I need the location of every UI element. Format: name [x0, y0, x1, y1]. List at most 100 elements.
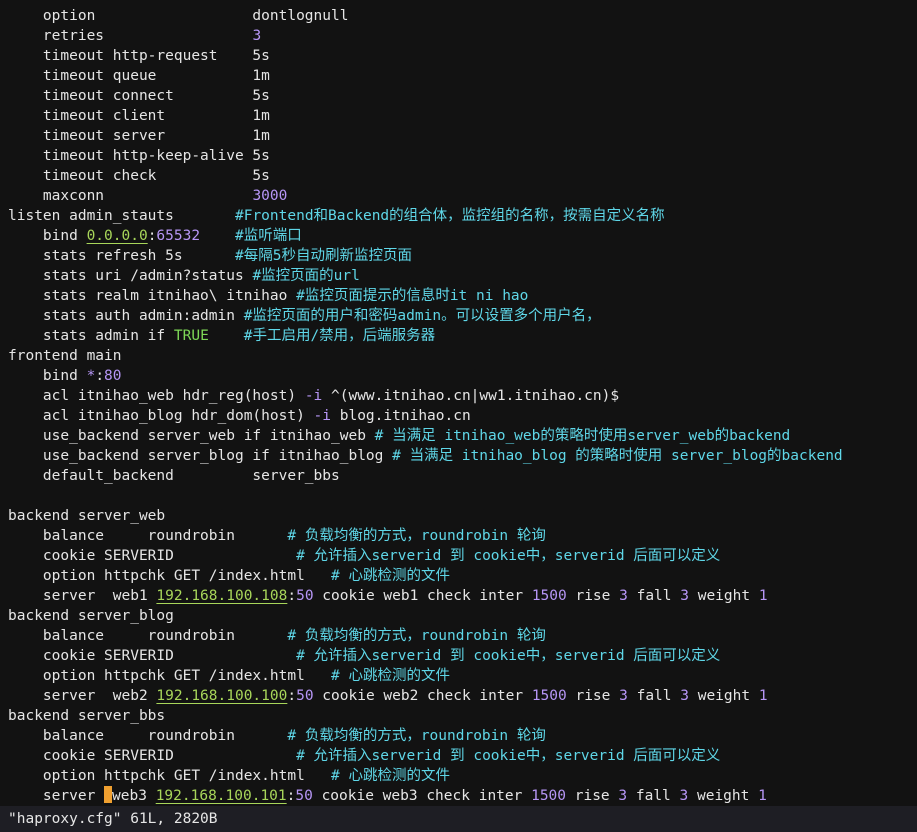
- comment-text: # 当满足 itnihao_web的策略时使用server_web的backen…: [374, 428, 791, 444]
- number-literal: 3: [619, 588, 628, 604]
- code-text: cookie SERVERID: [8, 648, 297, 664]
- ip-address: 192.168.100.100: [156, 688, 288, 704]
- code-text: cookie SERVERID: [8, 748, 297, 764]
- code-text: timeout check 5s: [8, 168, 270, 184]
- number-literal: 80: [104, 368, 122, 384]
- code-text: bind: [8, 368, 87, 384]
- code-text: server web2: [8, 688, 157, 704]
- code-text: maxconn: [8, 188, 253, 204]
- ip-address: 0.0.0.0: [86, 228, 148, 244]
- code-text: bind: [8, 228, 87, 244]
- number-literal: -i: [304, 388, 323, 404]
- code-text: ^(www.itnihao.cn|ww1.itnihao.cn)$: [322, 388, 620, 404]
- code-line: acl itnihao_blog hdr_dom(host) -i blog.i…: [8, 406, 917, 426]
- code-text: server web1: [8, 588, 157, 604]
- code-text: rise: [566, 688, 620, 704]
- code-line: default_backend server_bbs: [8, 466, 917, 486]
- code-text: stats admin if: [8, 328, 174, 344]
- code-line: option httpchk GET /index.html # 心跳检测的文件: [8, 566, 917, 586]
- code-line: listen admin_stauts #Frontend和Backend的组合…: [8, 206, 917, 226]
- code-line: backend server_web: [8, 506, 917, 526]
- number-literal: 3: [680, 588, 689, 604]
- code-text: :: [287, 588, 297, 604]
- code-text: backend server_blog: [8, 608, 174, 624]
- number-literal: -i: [313, 408, 332, 424]
- code-line: stats uri /admin?status #监控页面的url: [8, 266, 917, 286]
- code-line: option dontlognull: [8, 6, 917, 26]
- code-text: web3: [112, 788, 156, 804]
- vim-status-line: "haproxy.cfg" 61L, 2820B: [0, 806, 917, 832]
- vim-editor-buffer[interactable]: option dontlognull retries 3 timeout htt…: [8, 6, 917, 806]
- text-cursor: [104, 786, 113, 803]
- code-text: listen admin_stauts: [8, 208, 235, 224]
- code-text: stats auth admin:admin: [8, 308, 244, 324]
- code-line: timeout connect 5s: [8, 86, 917, 106]
- code-line: cookie SERVERID # 允许插入serverid 到 cookie中…: [8, 646, 917, 666]
- ip-address: 192.168.100.108: [156, 588, 288, 604]
- code-line: backend server_blog: [8, 606, 917, 626]
- code-line: stats refresh 5s #每隔5秒自动刷新监控页面: [8, 246, 917, 266]
- code-text: frontend main: [8, 348, 122, 364]
- code-line: server web1 192.168.100.108:50 cookie we…: [8, 586, 917, 606]
- code-line: use_backend server_blog if itnihao_blog …: [8, 446, 917, 466]
- code-text: option httpchk GET /index.html: [8, 568, 332, 584]
- code-line: balance roundrobin # 负载均衡的方式，roundrobin …: [8, 526, 917, 546]
- code-text: timeout client 1m: [8, 108, 270, 124]
- code-line: server web3 192.168.100.101:50 cookie we…: [8, 786, 917, 806]
- comment-text: # 负载均衡的方式，roundrobin 轮询: [287, 628, 546, 644]
- code-text: timeout http-keep-alive 5s: [8, 148, 270, 164]
- number-literal: 1: [758, 688, 768, 704]
- code-line: option httpchk GET /index.html # 心跳检测的文件: [8, 666, 917, 686]
- code-text: use_backend server_blog if itnihao_blog: [8, 448, 393, 464]
- code-line: timeout http-request 5s: [8, 46, 917, 66]
- code-text: timeout connect 5s: [8, 88, 270, 104]
- code-line: cookie SERVERID # 允许插入serverid 到 cookie中…: [8, 546, 917, 566]
- comment-text: # 负载均衡的方式，roundrobin 轮询: [287, 528, 546, 544]
- code-text: weight: [688, 788, 759, 804]
- code-line: timeout http-keep-alive 5s: [8, 146, 917, 166]
- comment-text: # 心跳检测的文件: [331, 568, 450, 584]
- code-line: balance roundrobin # 负载均衡的方式，roundrobin …: [8, 726, 917, 746]
- code-text: backend server_bbs: [8, 708, 166, 724]
- comment-text: #监控页面的url: [252, 268, 360, 284]
- code-text: option httpchk GET /index.html: [8, 768, 332, 784]
- code-line: timeout server 1m: [8, 126, 917, 146]
- comment-text: # 允许插入serverid 到 cookie中，serverid 后面可以定义: [296, 748, 721, 764]
- comment-text: #每隔5秒自动刷新监控页面: [234, 248, 412, 264]
- number-literal: 1500: [531, 688, 567, 704]
- code-line: stats admin if TRUE #手工启用/禁用，后端服务器: [8, 326, 917, 346]
- code-text: :: [287, 688, 297, 704]
- number-literal: 1500: [531, 788, 567, 804]
- code-line: timeout queue 1m: [8, 66, 917, 86]
- comment-text: # 当满足 itnihao_blog 的策略时使用 server_blog的ba…: [392, 448, 843, 464]
- terminal-window[interactable]: option dontlognull retries 3 timeout htt…: [0, 0, 917, 832]
- code-text: fall: [627, 588, 681, 604]
- comment-text: # 心跳检测的文件: [331, 668, 450, 684]
- code-text: balance roundrobin: [8, 528, 288, 544]
- code-line: bind *:80: [8, 366, 917, 386]
- code-text: option httpchk GET /index.html: [8, 668, 332, 684]
- number-literal: 65532: [156, 228, 201, 244]
- code-text: balance roundrobin: [8, 728, 288, 744]
- comment-text: #Frontend和Backend的组合体，监控组的名称，按需自定义名称: [234, 208, 665, 224]
- code-text: stats refresh 5s: [8, 248, 235, 264]
- number-literal: 1: [758, 588, 768, 604]
- number-literal: 3: [679, 788, 689, 804]
- code-line: backend server_bbs: [8, 706, 917, 726]
- code-text: stats uri /admin?status: [8, 268, 253, 284]
- comment-text: # 允许插入serverid 到 cookie中，serverid 后面可以定义: [296, 548, 721, 564]
- number-literal: 1: [758, 788, 767, 804]
- comment-text: # 允许插入serverid 到 cookie中，serverid 后面可以定义: [296, 648, 721, 664]
- code-text: cookie SERVERID: [8, 548, 297, 564]
- number-literal: 3: [619, 688, 628, 704]
- code-text: server: [8, 788, 105, 804]
- comment-text: # 心跳检测的文件: [331, 768, 450, 784]
- code-text: backend server_web: [8, 508, 166, 524]
- code-text: :: [95, 368, 105, 384]
- code-text: weight: [688, 588, 759, 604]
- code-text: acl itnihao_web hdr_reg(host): [8, 388, 305, 404]
- code-text: default_backend server_bbs: [8, 468, 340, 484]
- code-text: fall: [627, 788, 680, 804]
